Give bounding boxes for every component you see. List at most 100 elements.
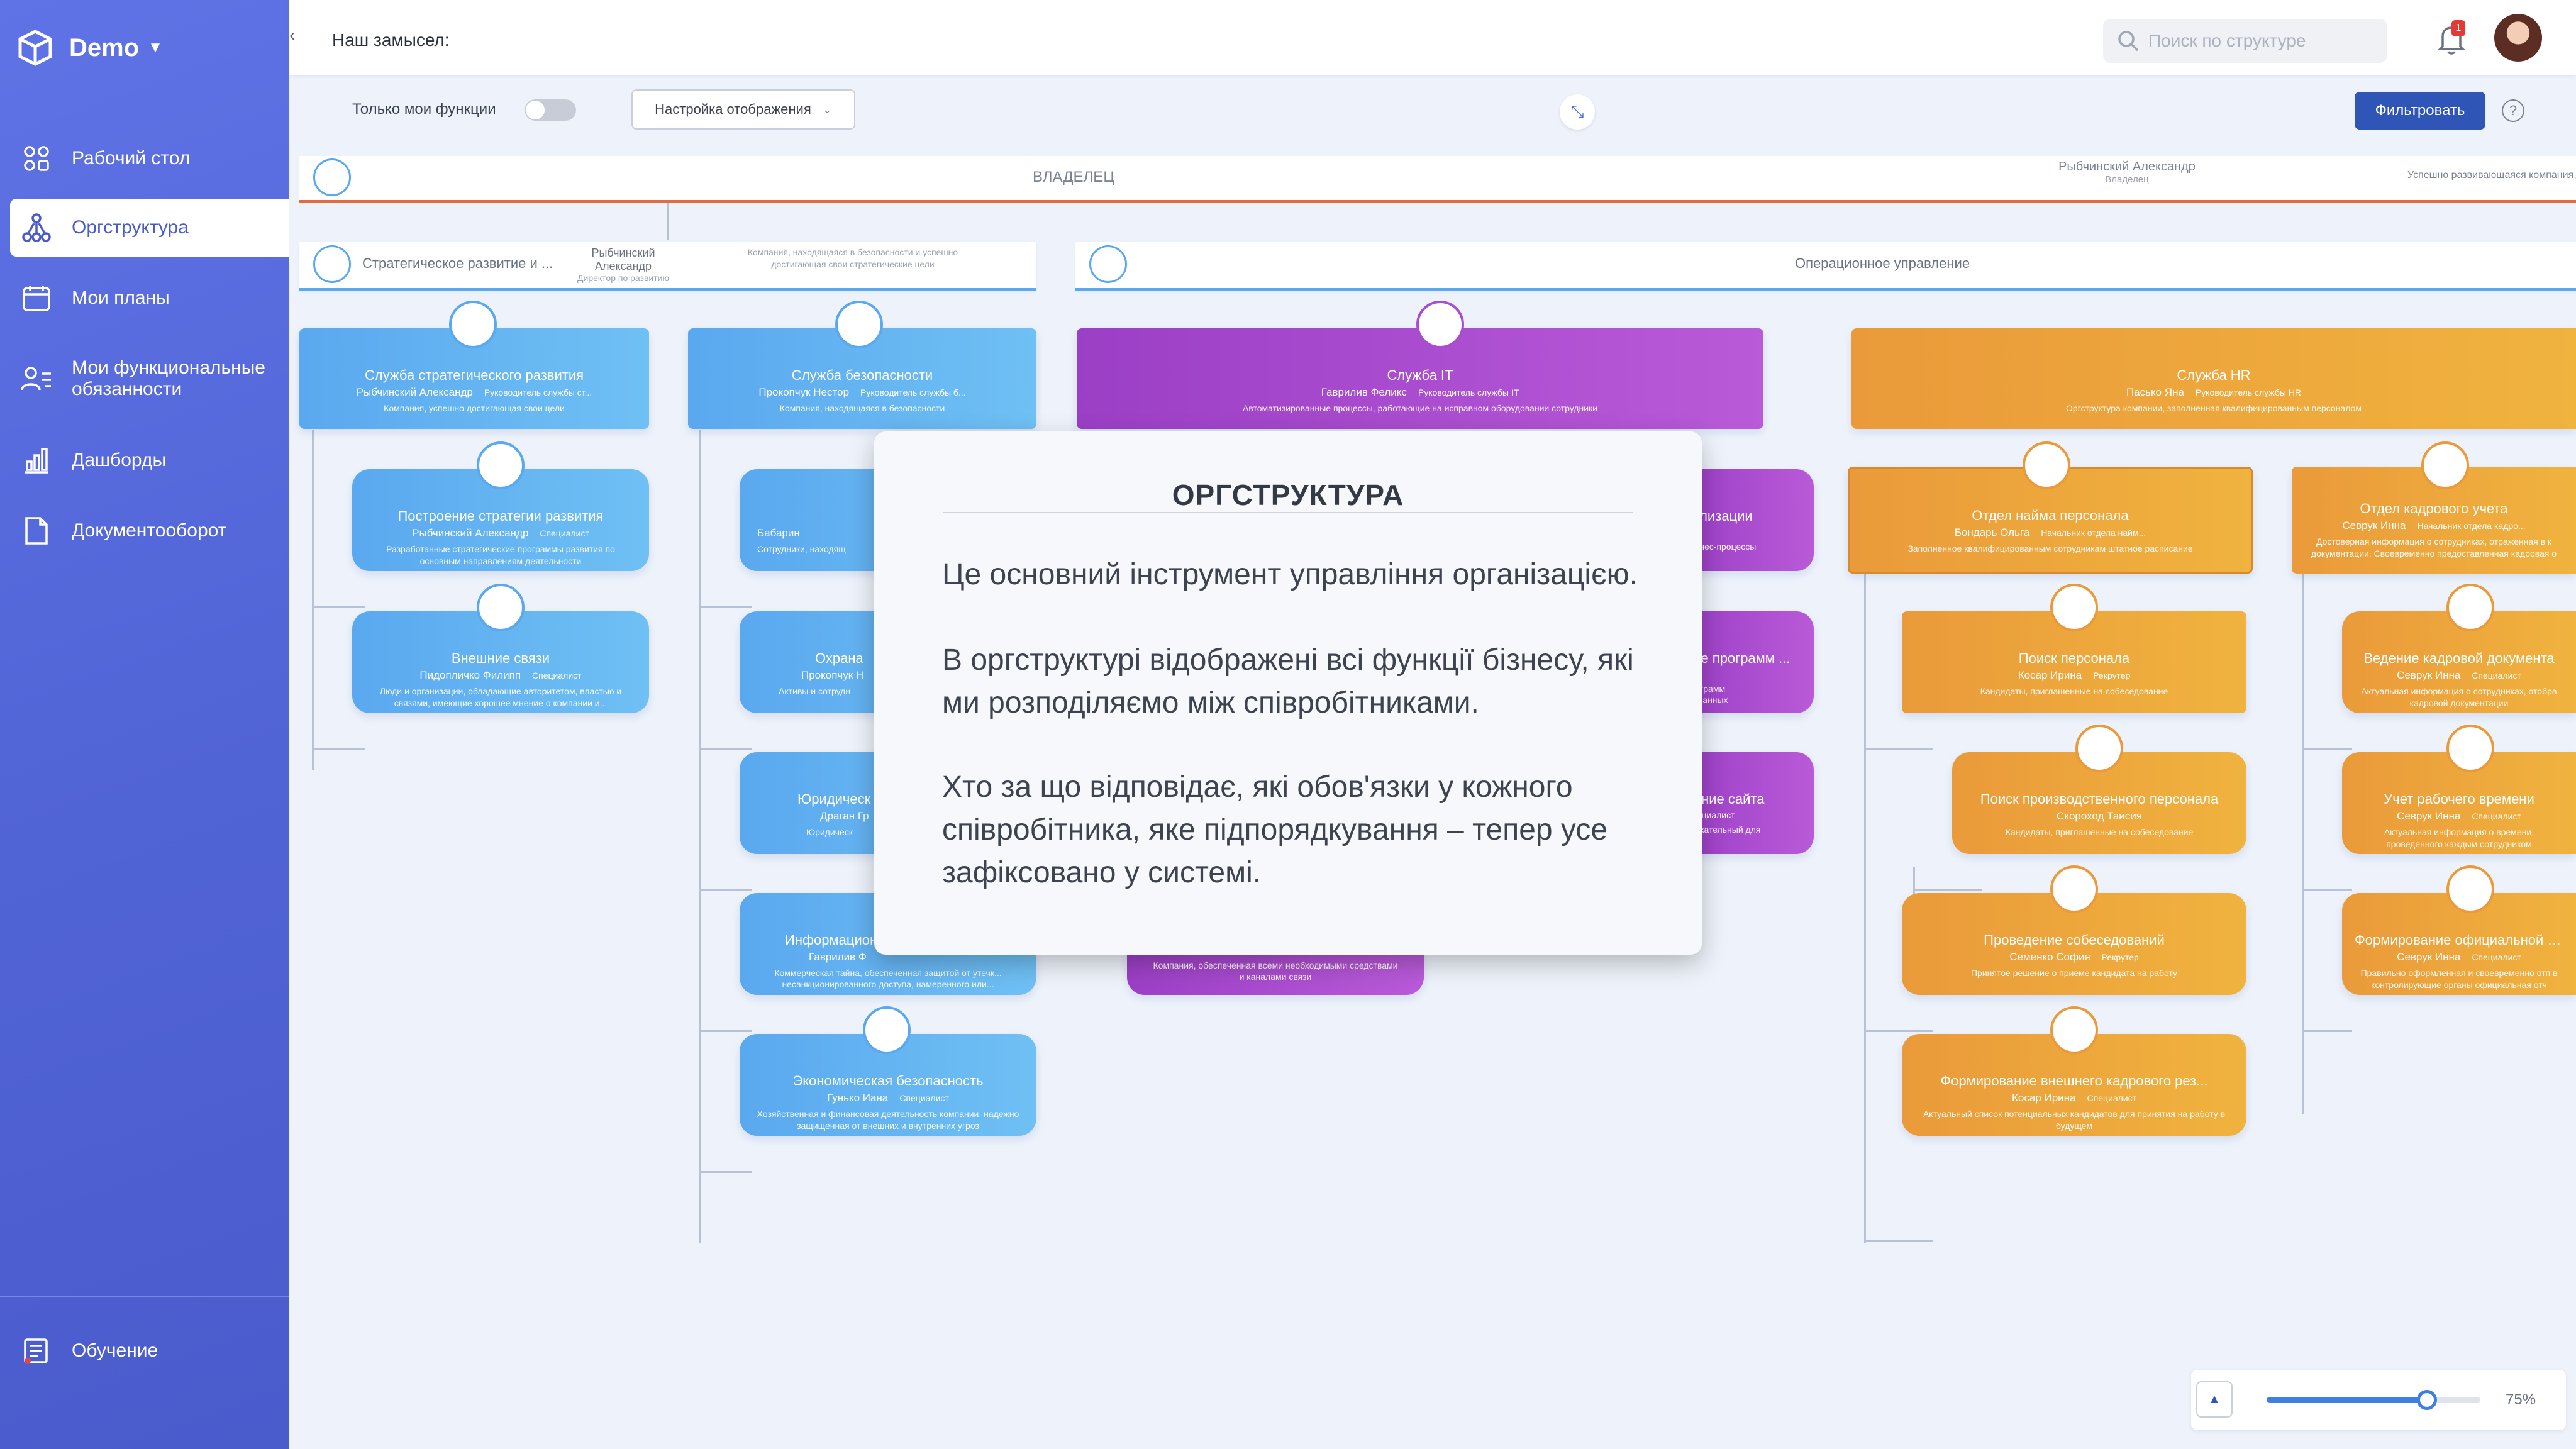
collapse-sidebar-icon[interactable]: ‹ — [289, 25, 304, 50]
card-it-programs[interactable]: ние программ ... ст программ ов данных — [1683, 611, 1814, 713]
card-desc: Разработанные стратегические программы р… — [386, 544, 615, 566]
onboarding-modal[interactable]: ОРГСТРУКТУРА Це основний інструмент упра… — [874, 431, 1702, 955]
card-desc-line: Коммерческая тайна, обеспеченная защитой… — [774, 968, 1002, 978]
card-person-name: Севрук Инна — [2397, 951, 2461, 963]
sidebar-item-dashboards[interactable]: Дашборды — [10, 435, 289, 486]
owner-bar[interactable]: ВЛАДЕЛЕЦ Рыбчинский Александр Владелец У… — [299, 156, 2576, 203]
sidebar-item-org-structure[interactable]: Оргструктура — [10, 199, 289, 257]
sidebar-item-label: Рабочий стол — [72, 148, 191, 169]
toggle-knob — [526, 101, 545, 119]
connector — [2302, 1030, 2352, 1032]
dept-avatar — [1089, 245, 1127, 283]
card-person: Гунько Иана Специалист — [740, 1092, 1036, 1104]
card-title: Служба HR — [2177, 367, 2251, 383]
only-my-functions-toggle[interactable] — [525, 99, 576, 121]
connector — [699, 1171, 752, 1173]
help-icon[interactable]: ? — [2502, 99, 2524, 122]
card-title: ние программ ... — [1685, 650, 1790, 666]
search-input[interactable]: Поиск по структуре — [2103, 19, 2387, 63]
card-desc: Оргструктура компании, заполненная квали… — [2066, 403, 2362, 413]
dept-person: Рыбчинский Александр Директор по развити… — [564, 247, 683, 283]
card-desc-line: ов — [1685, 835, 1799, 847]
connector — [699, 748, 752, 750]
card-title: тализации — [1685, 508, 1753, 524]
card-desc-line: и каналами связи — [1239, 972, 1312, 982]
dept-desc-line: Компания, находящаяся в безопасности и у… — [747, 247, 958, 257]
card-desc: Люди и организации, обладающие авторитет… — [379, 686, 622, 708]
card-desc: Компания, находящаяся в безопасности — [779, 403, 945, 413]
card-desc: Правильно оформленная и своевременно отп… — [2360, 968, 2558, 990]
notifications-button[interactable]: 1 — [2438, 20, 2469, 55]
card-person: Рыбчинский Александр Специалист — [352, 527, 649, 540]
card-hr-service[interactable]: Служба HR Пасько Яна Руководитель службы … — [1852, 328, 2576, 429]
sidebar-item-learning[interactable]: Обучение — [10, 1326, 289, 1376]
card-it-digitalization[interactable]: тализации ст бизнес-процессы — [1683, 469, 1814, 571]
sidebar-item-label: Мои функциональные обязанности — [72, 357, 265, 399]
card-person-role: Специалист — [899, 1093, 949, 1103]
sidebar-item-label: Мои планы — [72, 287, 170, 308]
zoom-slider-handle[interactable] — [2417, 1390, 2437, 1410]
card-person: Бондарь Ольга Начальник отдела найм... — [1850, 526, 2251, 539]
sidebar-item-label: Документооборот — [72, 520, 227, 541]
search-placeholder: Поиск по структуре — [2148, 31, 2306, 50]
minimap-toggle-button[interactable]: ▲ — [2196, 1381, 2233, 1418]
user-tasks-icon — [18, 365, 55, 392]
org-structure-icon — [18, 213, 55, 243]
connector — [699, 606, 752, 608]
connector — [1864, 574, 1866, 1243]
display-settings-dropdown[interactable]: Настройка отображения ⌄ — [631, 89, 855, 130]
card-person: Севрук Инна Специалист — [2342, 951, 2576, 963]
card-person: Косар Ирина Рекрутер — [1902, 669, 2246, 682]
card-avatar — [2050, 865, 2098, 913]
card-person-name: Семенко София — [2009, 951, 2090, 963]
connector — [2302, 889, 2352, 891]
card-title: Формирование внешнего кадрового рез... — [1940, 1073, 2208, 1089]
card-title: Построение стратегии развития — [397, 508, 604, 524]
card-person-name: Гаврилив Феликс — [1321, 386, 1407, 398]
card-person-name: Пасько Яна — [2126, 386, 2184, 398]
card-desc: бизнес-процессы — [1685, 541, 1757, 552]
dept-title: Стратегическое развитие и ... — [362, 255, 553, 271]
dept-title: Операционное управление — [1795, 255, 1970, 271]
card-desc: влекательный для ов — [1683, 824, 1814, 847]
card-it-service[interactable]: Служба IT Гаврилив Феликс Руководитель сл… — [1077, 328, 1763, 429]
card-person-name: Косар Ирина — [2011, 1092, 2076, 1104]
connector — [2302, 574, 2304, 1114]
connector — [312, 748, 365, 750]
card-avatar — [2075, 724, 2123, 772]
brand-switcher[interactable]: Demo ▼ — [15, 28, 163, 68]
filter-button[interactable]: Фильтровать — [2355, 92, 2485, 130]
card-desc: Хозяйственная и финансовая деятельность … — [757, 1109, 1019, 1131]
modal-paragraph-2: В оргструктурі відображені всі функції б… — [942, 643, 1634, 719]
sidebar-item-documents[interactable]: Документооборот — [10, 506, 289, 556]
card-avatar — [2421, 441, 2469, 489]
sidebar-item-desktop[interactable]: Рабочий стол — [10, 133, 289, 184]
sidebar-item-my-duties[interactable]: Мои функциональные обязанности — [10, 352, 289, 405]
card-desc: Достоверная информация о сотрудниках, от… — [2311, 536, 2557, 558]
sidebar-item-my-plans[interactable]: Мои планы — [10, 273, 289, 323]
dept-operations[interactable]: Операционное управление — [1075, 242, 2576, 291]
card-avatar — [449, 301, 497, 348]
connector — [699, 889, 752, 891]
user-avatar[interactable] — [2494, 14, 2542, 62]
card-desc-line: программ — [1685, 684, 1726, 694]
chevron-down-icon: ▼ — [148, 39, 163, 56]
card-it-website[interactable]: дение сайта Специалист влекательный для … — [1683, 752, 1814, 854]
card-title: Внешние связи — [451, 650, 550, 666]
zoom-slider-track[interactable] — [2267, 1390, 2480, 1410]
card-person-name: Гунько Иана — [827, 1092, 889, 1104]
search-icon — [2118, 31, 2139, 52]
card-avatar — [1416, 301, 1464, 348]
card-person-role: Специалист — [2472, 670, 2521, 680]
dept-strategic[interactable]: Стратегическое развитие и ... Рыбчинский… — [299, 242, 1036, 291]
owner-avatar — [313, 158, 351, 196]
owner-label: ВЛАДЕЛЕЦ — [1033, 169, 1115, 186]
card-desc: Кандидаты, приглашенные на собеседование — [1980, 686, 2168, 696]
card-desc: Актуальная информация о времени, проведе… — [2384, 827, 2534, 849]
card-person: Пидопличко Филипп Специалист — [352, 669, 649, 682]
sidebar: Demo ▼ Рабочий стол Оргструктура Мои пла… — [0, 0, 289, 1449]
chevron-down-icon: ⌄ — [822, 103, 832, 116]
dashboard-icon — [18, 145, 55, 172]
connector — [1864, 1240, 1933, 1242]
collapse-tree-button[interactable]: ⤡ — [1560, 94, 1595, 130]
